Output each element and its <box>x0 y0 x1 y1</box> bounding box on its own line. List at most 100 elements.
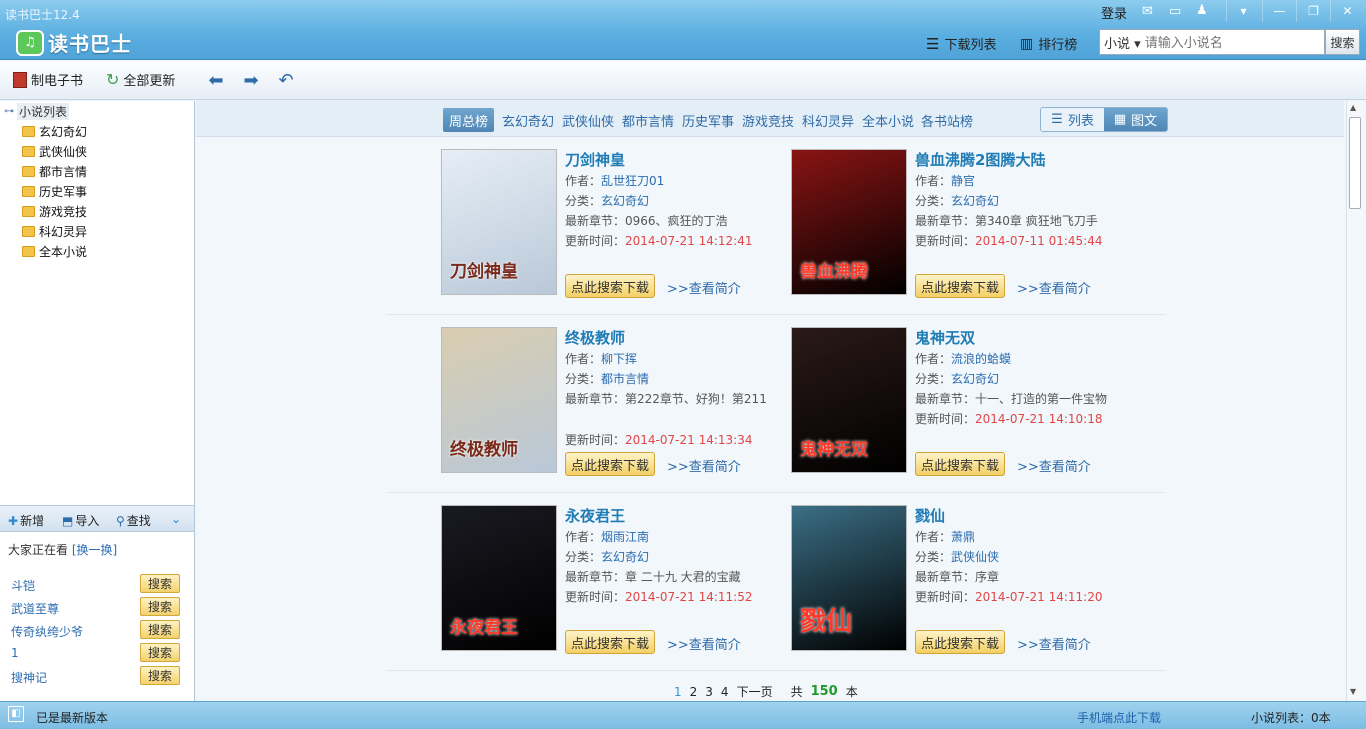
search-download-button[interactable]: 点此搜索下载 <box>565 630 655 654</box>
search-type-select[interactable]: 小说 ▾ <box>1100 33 1145 52</box>
back-arrow-icon[interactable]: ⬅ <box>204 69 228 91</box>
sidebar-item-dushi[interactable]: 都市言情 <box>22 163 87 180</box>
search-download-button[interactable]: 点此搜索下载 <box>915 274 1005 298</box>
hot-search-button[interactable]: 搜索 <box>140 620 180 639</box>
tab-wuxia[interactable]: 武侠仙侠 <box>556 108 620 132</box>
hot-search-button[interactable]: 搜索 <box>140 574 180 593</box>
collapse-icon[interactable]: ⌄ <box>171 512 181 526</box>
hot-search-button[interactable]: 搜索 <box>140 597 180 616</box>
author-link[interactable]: 烟雨江南 <box>601 530 649 544</box>
sidebar-toggle-icon[interactable]: ◧ <box>8 706 24 722</box>
category-link[interactable]: 玄幻奇幻 <box>601 550 649 564</box>
view-intro-link[interactable]: >>查看简介 <box>667 278 741 297</box>
view-intro-link[interactable]: >>查看简介 <box>1017 278 1091 297</box>
search-download-button[interactable]: 点此搜索下载 <box>565 274 655 298</box>
scroll-thumb[interactable] <box>1349 117 1361 209</box>
author-link[interactable]: 柳下挥 <box>601 352 637 366</box>
tab-dushi[interactable]: 都市言情 <box>616 108 680 132</box>
tree-root[interactable]: ⊶ 小说列表 <box>4 103 70 120</box>
view-intro-link[interactable]: >>查看简介 <box>1017 456 1091 475</box>
ranking-button[interactable]: ▥ 排行榜 <box>1020 34 1077 54</box>
view-intro-link[interactable]: >>查看简介 <box>1017 634 1091 653</box>
grid-view-button[interactable]: ▦ 图文 <box>1104 108 1167 131</box>
mail-icon[interactable]: ✉ <box>1142 4 1153 19</box>
minimize-button[interactable]: — <box>1262 0 1296 22</box>
menu-icon[interactable]: ▾ <box>1226 0 1260 22</box>
book-title[interactable]: 戮仙 <box>915 505 945 526</box>
hot-book-link[interactable]: 斗铠 <box>11 577 35 594</box>
tab-quanben[interactable]: 全本小说 <box>856 108 920 132</box>
search-download-button[interactable]: 点此搜索下载 <box>915 630 1005 654</box>
hot-book-link[interactable]: 1 <box>11 646 19 660</box>
book-title[interactable]: 终极教师 <box>565 327 625 348</box>
hot-book-link[interactable]: 武道至尊 <box>11 600 59 617</box>
author-link[interactable]: 静官 <box>951 174 975 188</box>
login-link[interactable]: 登录 <box>1101 3 1127 22</box>
category-link[interactable]: 玄幻奇幻 <box>951 194 999 208</box>
book-cover[interactable]: 戮仙 <box>791 505 907 651</box>
find-button[interactable]: ⚲ 查找 <box>116 512 151 529</box>
tab-youxi[interactable]: 游戏竞技 <box>736 108 800 132</box>
sidebar-item-lishi[interactable]: 历史军事 <box>22 183 87 200</box>
shirt-icon[interactable]: ♟ <box>1196 3 1208 18</box>
page-1-link[interactable]: 1 <box>674 685 682 699</box>
author-link[interactable]: 流浪的蛤蟆 <box>951 352 1011 366</box>
sidebar-item-xuanhuan[interactable]: 玄幻奇幻 <box>22 123 87 140</box>
add-button[interactable]: ✚ 新增 <box>8 512 44 529</box>
scroll-down-icon[interactable]: ▼ <box>1350 687 1356 696</box>
view-intro-link[interactable]: >>查看简介 <box>667 456 741 475</box>
tab-weekly[interactable]: 周总榜 <box>443 108 495 132</box>
book-title[interactable]: 刀剑神皇 <box>565 149 625 170</box>
category-link[interactable]: 武侠仙侠 <box>951 550 999 564</box>
book-title[interactable]: 兽血沸腾2图腾大陆 <box>915 149 1045 170</box>
forward-arrow-icon[interactable]: ➡ <box>239 69 263 91</box>
book-cover[interactable]: 鬼神无双 <box>791 327 907 473</box>
book-cover[interactable]: 兽血沸腾 <box>791 149 907 295</box>
sidebar-item-kehuan[interactable]: 科幻灵异 <box>22 223 87 240</box>
shuffle-link[interactable]: [换一换] <box>72 543 117 557</box>
book-cover[interactable]: 终极教师 <box>441 327 557 473</box>
update-all-button[interactable]: ↻ 全部更新 <box>106 70 175 89</box>
sidebar-item-quanben[interactable]: 全本小说 <box>22 243 87 260</box>
scrollbar[interactable]: ▲ ▼ <box>1346 101 1363 701</box>
tab-xuanhuan[interactable]: 玄幻奇幻 <box>496 108 560 132</box>
book-title[interactable]: 鬼神无双 <box>915 327 975 348</box>
sidebar-item-youxi[interactable]: 游戏竞技 <box>22 203 87 220</box>
sidebar-item-wuxia[interactable]: 武侠仙侠 <box>22 143 87 160</box>
search-input[interactable] <box>1144 34 1315 50</box>
author-link[interactable]: 乱世狂刀01 <box>601 174 664 188</box>
author-link[interactable]: 萧鼎 <box>951 530 975 544</box>
list-view-button[interactable]: ☰ 列表 <box>1041 108 1104 131</box>
maximize-button[interactable]: ❐ <box>1296 0 1330 22</box>
hot-search-button[interactable]: 搜索 <box>140 643 180 662</box>
import-button[interactable]: ⬒ 导入 <box>62 512 99 529</box>
mobile-download-link[interactable]: 手机端点此下载 <box>1077 709 1161 726</box>
tab-sites[interactable]: 各书站榜 <box>915 108 979 132</box>
book-cover[interactable]: 刀剑神皇 <box>441 149 557 295</box>
home-icon[interactable]: ↶ <box>274 69 298 91</box>
scroll-up-icon[interactable]: ▲ <box>1350 103 1356 112</box>
hot-book-link[interactable]: 搜神记 <box>11 669 47 686</box>
page-4-link[interactable]: 4 <box>721 685 729 699</box>
page-3-link[interactable]: 3 <box>705 685 713 699</box>
close-button[interactable]: ✕ <box>1330 0 1364 22</box>
search-button[interactable]: 搜索 <box>1325 29 1360 55</box>
make-ebook-button[interactable]: 制电子书 <box>13 70 83 89</box>
hot-search-button[interactable]: 搜索 <box>140 666 180 685</box>
next-page-link[interactable]: 下一页 <box>737 683 773 700</box>
category-link[interactable]: 都市言情 <box>601 372 649 386</box>
chat-icon[interactable]: ▭ <box>1169 4 1181 19</box>
page-2-link[interactable]: 2 <box>690 685 698 699</box>
search-download-button[interactable]: 点此搜索下载 <box>915 452 1005 476</box>
view-intro-link[interactable]: >>查看简介 <box>667 634 741 653</box>
search-download-button[interactable]: 点此搜索下载 <box>565 452 655 476</box>
book-title[interactable]: 永夜君王 <box>565 505 625 526</box>
category-link[interactable]: 玄幻奇幻 <box>951 372 999 386</box>
download-list-button[interactable]: ☰ 下载列表 <box>926 34 996 54</box>
hot-book-link[interactable]: 传奇纨绔少爷 <box>11 623 83 640</box>
tab-lishi[interactable]: 历史军事 <box>676 108 740 132</box>
book-cover[interactable]: 永夜君王 <box>441 505 557 651</box>
category-link[interactable]: 玄幻奇幻 <box>601 194 649 208</box>
list-item: 武道至尊 搜索 <box>11 597 181 617</box>
tab-kehuan[interactable]: 科幻灵异 <box>796 108 860 132</box>
